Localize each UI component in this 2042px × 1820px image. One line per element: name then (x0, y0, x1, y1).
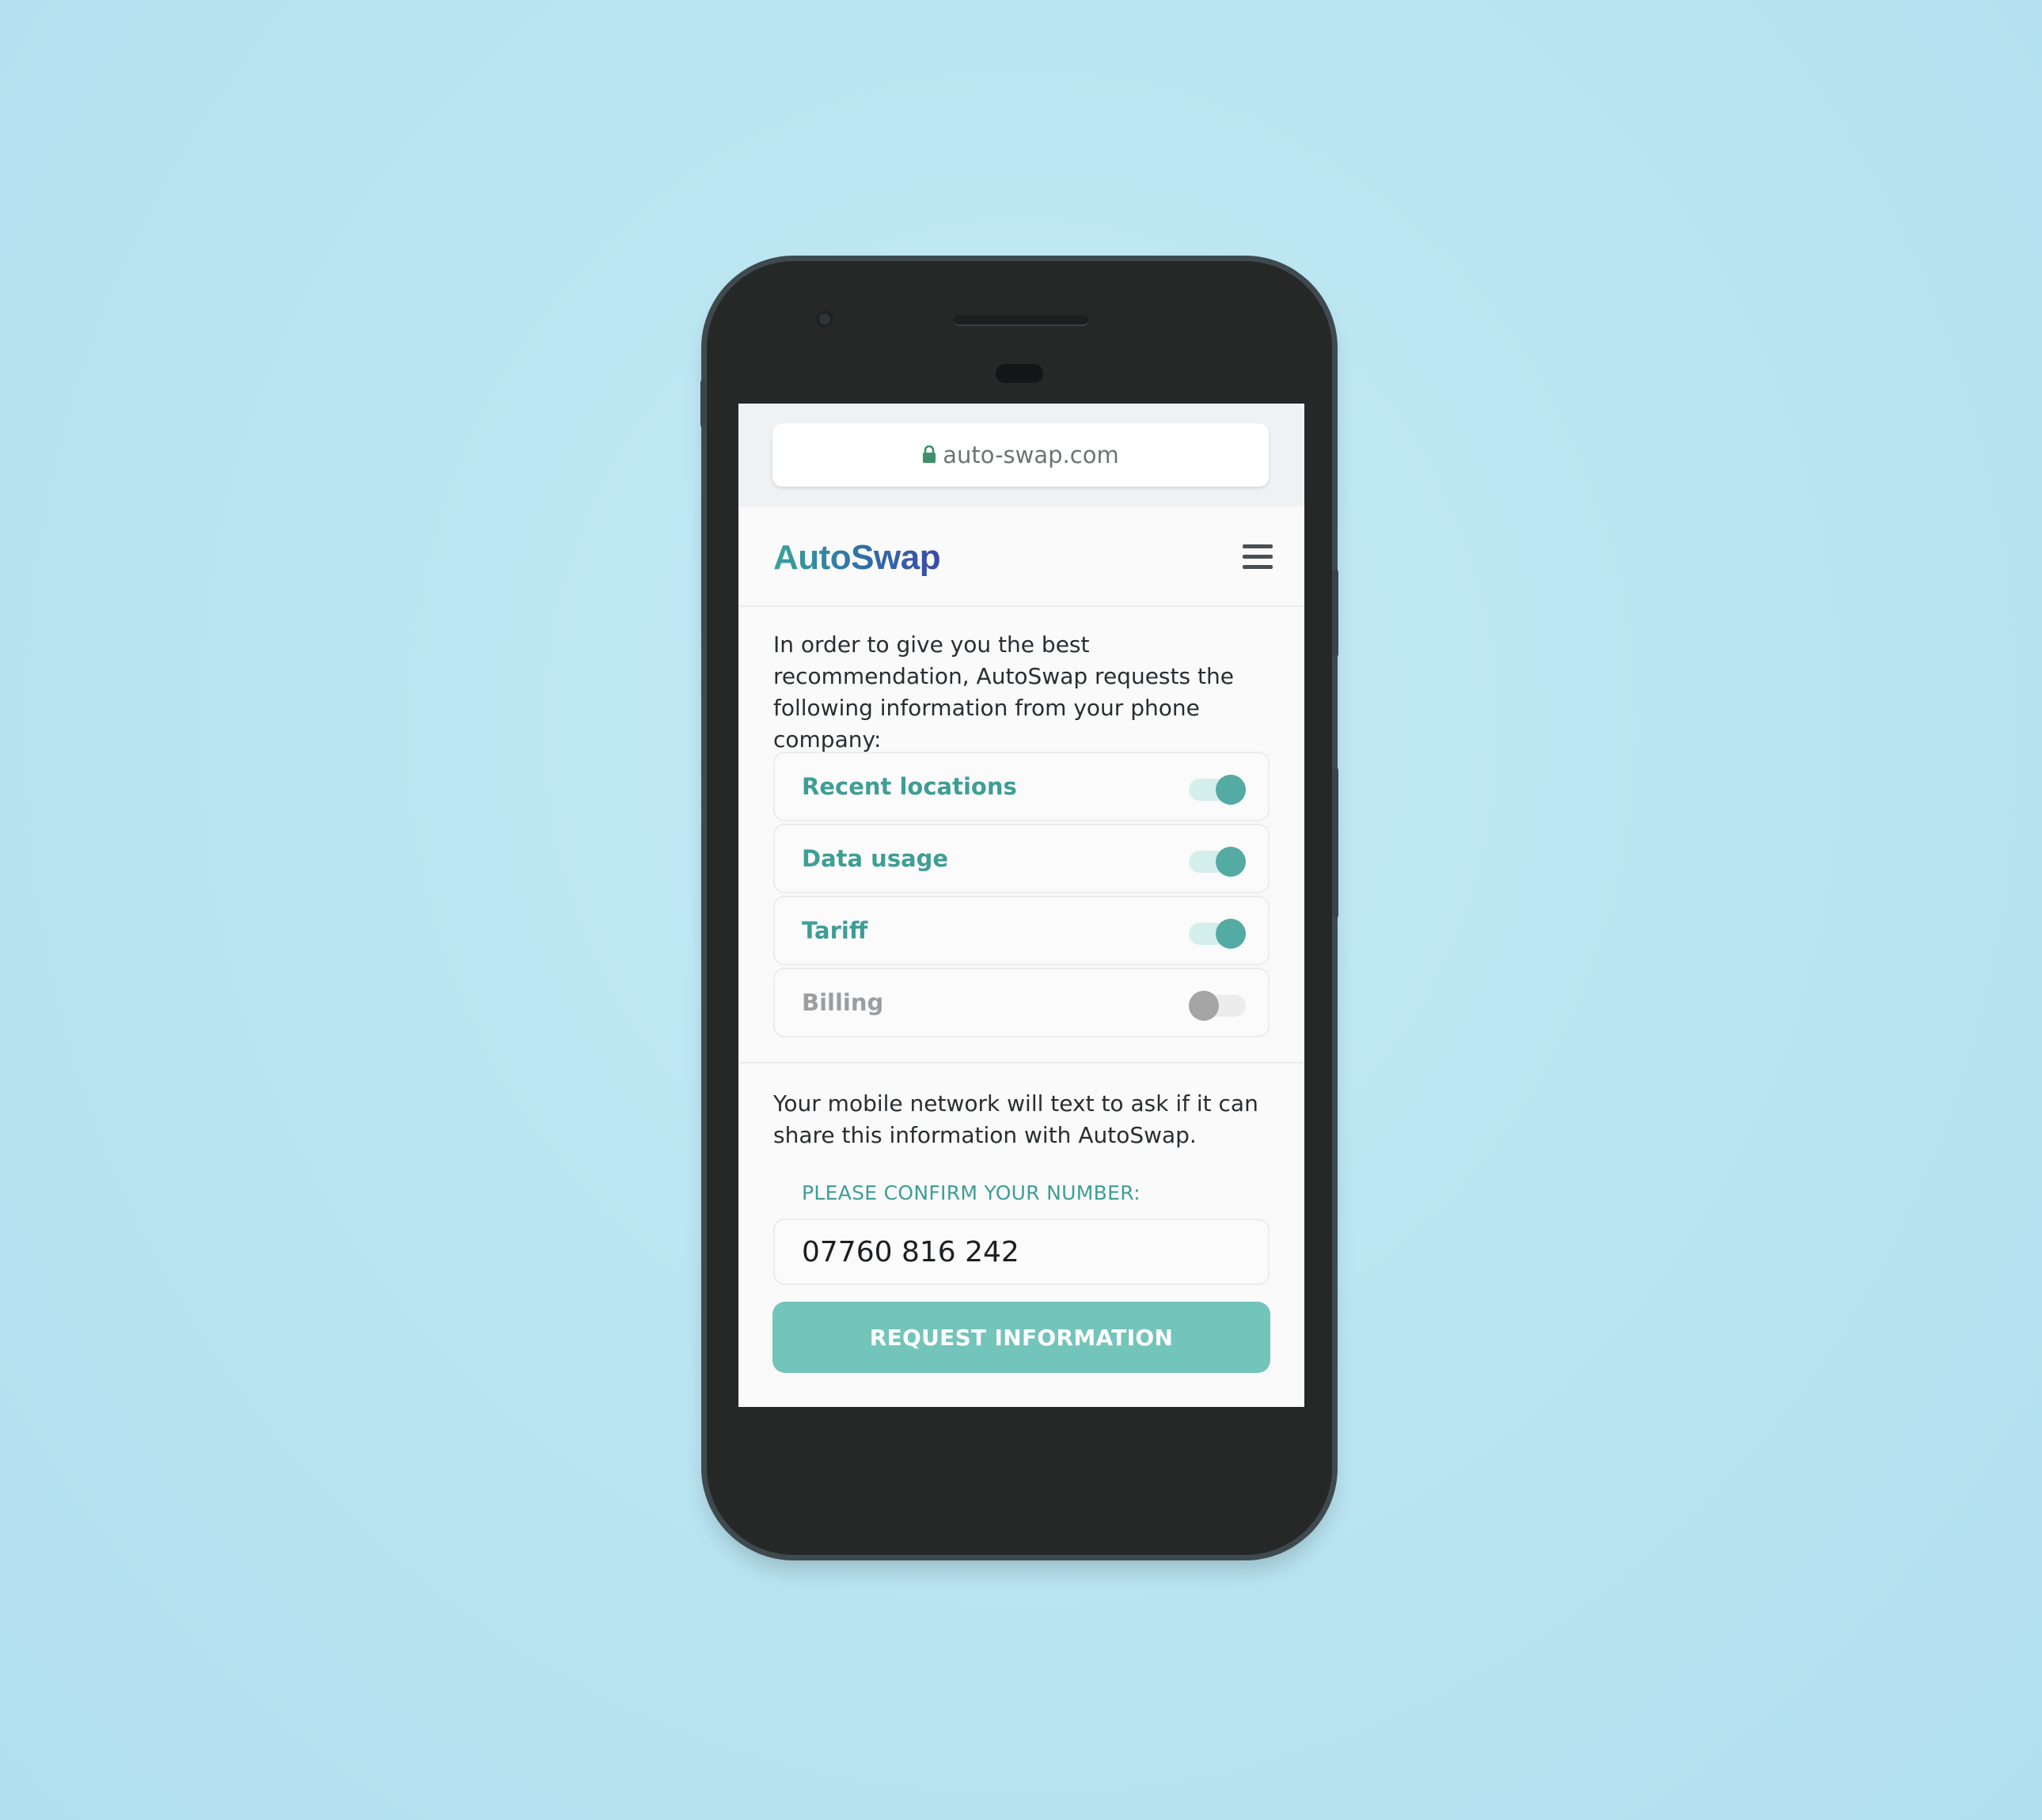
permission-list: Recent locations Data usage Tariff Billi… (773, 752, 1270, 1040)
permission-label: Tariff (802, 917, 868, 944)
permission-label: Recent locations (802, 773, 1017, 800)
url-text: auto-swap.com (943, 442, 1119, 468)
toggle-knob (1189, 991, 1219, 1021)
intro-text: In order to give you the best recommenda… (773, 631, 1234, 753)
permission-label: Data usage (802, 845, 949, 872)
permission-row-tariff[interactable]: Tariff (773, 896, 1270, 965)
notice-text: Your mobile network will text to ask if … (773, 1090, 1258, 1148)
recent-locations-toggle[interactable] (1189, 773, 1246, 805)
permission-row-billing[interactable]: Billing (773, 968, 1270, 1037)
toggle-knob (1216, 847, 1246, 877)
toggle-knob (1216, 919, 1246, 949)
data-usage-toggle[interactable] (1189, 845, 1246, 877)
permission-row-data-usage[interactable]: Data usage (773, 824, 1270, 893)
address-bar[interactable]: auto-swap.com (772, 423, 1269, 487)
phone-device: auto-swap.com AutoSwap In order to give … (700, 261, 1338, 1555)
phone-screen: auto-swap.com AutoSwap In order to give … (738, 404, 1304, 1407)
side-edge-button (700, 380, 705, 427)
autoswap-logo[interactable]: AutoSwap (773, 538, 941, 578)
toggle-knob (1216, 775, 1246, 805)
confirm-number-label: PLEASE CONFIRM YOUR NUMBER: (802, 1181, 1141, 1204)
volume-button (1332, 768, 1338, 918)
section-divider (738, 1062, 1304, 1064)
browser-chrome: auto-swap.com (738, 404, 1304, 506)
permission-label: Billing (802, 989, 884, 1016)
request-information-button[interactable]: REQUEST INFORMATION (772, 1302, 1270, 1373)
front-camera (816, 310, 833, 328)
phone-number-field[interactable] (773, 1219, 1270, 1285)
billing-toggle[interactable] (1189, 989, 1246, 1021)
lock-icon (923, 446, 936, 463)
tariff-toggle[interactable] (1189, 917, 1246, 949)
hamburger-menu-icon[interactable] (1243, 544, 1273, 570)
permission-row-recent-locations[interactable]: Recent locations (773, 752, 1270, 821)
proximity-sensor (996, 364, 1043, 383)
power-button (1332, 570, 1338, 657)
site-header: AutoSwap (738, 506, 1304, 607)
earpiece-speaker (954, 315, 1088, 324)
